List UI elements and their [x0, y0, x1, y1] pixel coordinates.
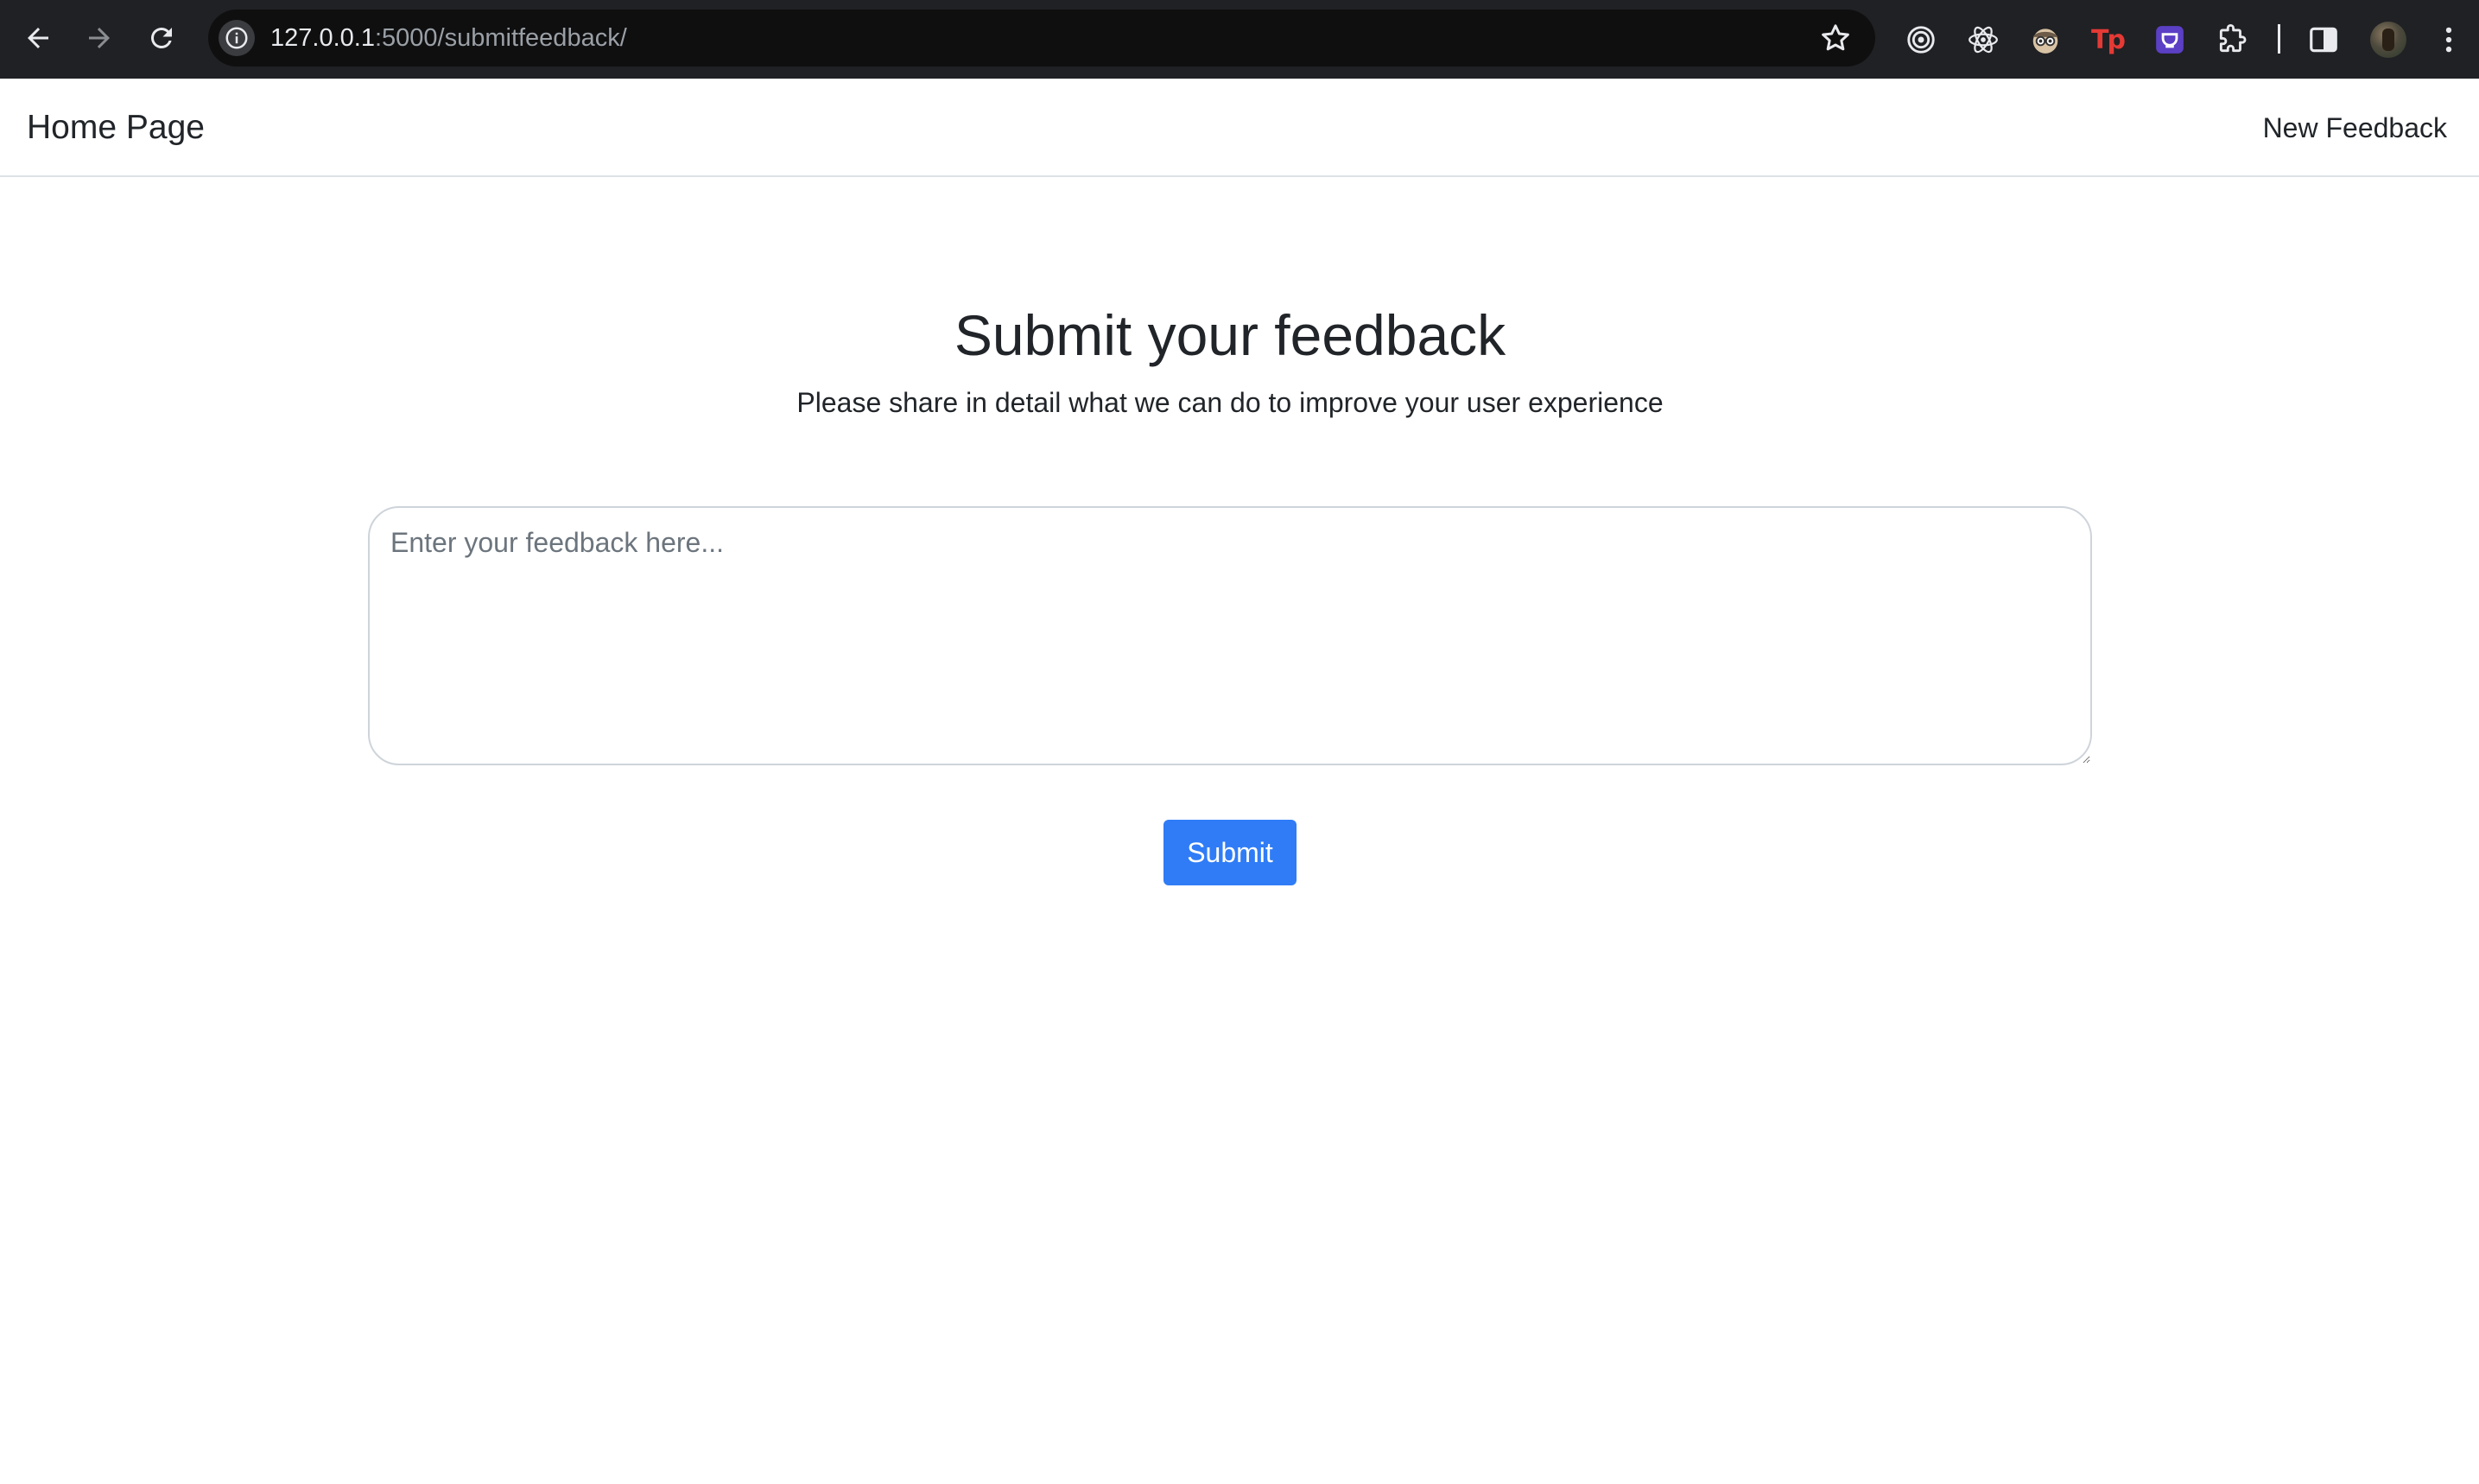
- more-menu-icon[interactable]: [2427, 18, 2470, 61]
- info-icon[interactable]: [219, 20, 255, 56]
- feedback-textarea[interactable]: [368, 506, 2092, 765]
- home-page-link[interactable]: Home Page: [27, 108, 205, 148]
- side-panel-icon[interactable]: [2302, 18, 2345, 61]
- url-text: 127.0.0.1:5000/submitfeedback/: [270, 22, 627, 54]
- back-button[interactable]: [12, 12, 64, 64]
- address-bar[interactable]: 127.0.0.1:5000/submitfeedback/: [208, 10, 1875, 67]
- arrow-right-icon: [89, 28, 110, 48]
- url-host: 127.0.0.1: [270, 24, 375, 52]
- spy-face-extension-icon[interactable]: [2024, 18, 2067, 61]
- puzzle-extensions-icon[interactable]: [2210, 18, 2254, 61]
- forward-button[interactable]: [73, 12, 125, 64]
- reload-button[interactable]: [136, 12, 187, 64]
- arrow-left-icon: [28, 28, 48, 48]
- url-path: :5000/submitfeedback/: [374, 24, 627, 52]
- profile-avatar[interactable]: [2370, 22, 2406, 58]
- star-icon[interactable]: [1818, 21, 1853, 55]
- navbar: Home Page New Feedback: [0, 79, 2479, 177]
- tp-extension-icon[interactable]: Tp: [2086, 18, 2129, 61]
- browser-toolbar: 127.0.0.1:5000/submitfeedback/ Tp: [0, 0, 2479, 79]
- target-extension-icon[interactable]: [1899, 18, 1943, 61]
- reload-icon: [150, 27, 172, 48]
- new-feedback-link[interactable]: New Feedback: [2263, 110, 2447, 146]
- toolbar-divider: [2278, 24, 2280, 54]
- page-subtitle: Please share in detail what we can do to…: [796, 387, 1664, 418]
- react-devtools-icon[interactable]: [1962, 18, 2005, 61]
- page-title: Submit your feedback: [954, 303, 1506, 367]
- info-glyph-icon: [225, 27, 248, 49]
- purple-extension-icon[interactable]: [2148, 18, 2191, 61]
- submit-button[interactable]: Submit: [1163, 820, 1297, 885]
- tp-glyph: Tp: [2091, 24, 2126, 55]
